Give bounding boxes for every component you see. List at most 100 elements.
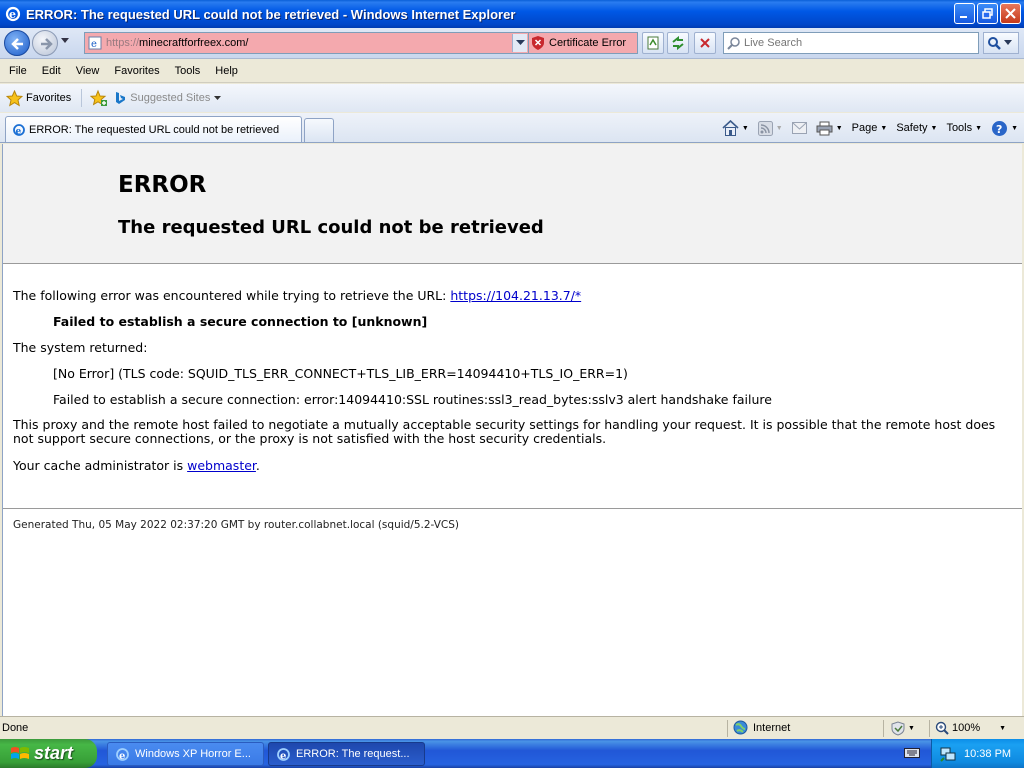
stop-button[interactable]	[694, 32, 716, 54]
print-button[interactable]: ▼	[816, 121, 843, 136]
start-button[interactable]: start	[0, 739, 97, 768]
taskbar-item[interactable]: e Windows XP Horror E...	[107, 742, 264, 766]
intro-text: The following error was encountered whil…	[13, 288, 451, 303]
taskbar-item-label: ERROR: The request...	[296, 748, 410, 760]
status-bar: Done Internet ▼ 100% ▼	[0, 716, 1024, 739]
globe-icon	[733, 720, 748, 735]
title-bar[interactable]: e ERROR: The requested URL could not be …	[0, 0, 1024, 28]
page-icon: e	[88, 36, 102, 50]
taskbar-item-label: Windows XP Horror E...	[135, 748, 251, 760]
suggested-sites-label: Suggested Sites	[130, 92, 211, 104]
suggested-sites-button[interactable]: Suggested Sites	[114, 91, 222, 105]
tls-code-message: [No Error] (TLS code: SQUID_TLS_ERR_CONN…	[53, 366, 628, 381]
compatibility-view-button[interactable]	[642, 32, 664, 54]
safety-menu[interactable]: Safety ▼	[896, 122, 937, 134]
home-button[interactable]: ▼	[722, 120, 749, 136]
network-icon[interactable]	[940, 746, 956, 762]
security-zone[interactable]: Internet	[733, 720, 790, 735]
system-tray: 10:38 PM	[931, 739, 1024, 768]
certificate-error-button[interactable]: Certificate Error	[529, 32, 638, 54]
chevron-down-icon	[214, 95, 222, 100]
favorites-label: Favorites	[26, 92, 72, 104]
minimize-button[interactable]	[954, 3, 975, 24]
tools-menu-label: Tools	[946, 122, 973, 134]
address-url[interactable]: https://minecraftforfreex.com/	[106, 37, 248, 49]
requested-url-link[interactable]: https://104.21.13.7/*	[450, 288, 581, 303]
restore-button[interactable]	[977, 3, 998, 24]
svg-text:e: e	[16, 127, 22, 137]
webmaster-link[interactable]: webmaster	[187, 458, 256, 473]
tab-active[interactable]: e ERROR: The requested URL could not be …	[5, 116, 302, 142]
zone-label: Internet	[753, 721, 791, 734]
shield-error-icon	[532, 36, 544, 50]
chevron-down-icon[interactable]: ▼	[836, 125, 843, 132]
tab-label: ERROR: The requested URL could not be re…	[29, 123, 280, 136]
help-menu[interactable]: ? ▼	[991, 120, 1018, 137]
chevron-down-icon: ▼	[930, 124, 938, 132]
new-tab-button[interactable]	[304, 118, 334, 142]
taskbar: start e Windows XP Horror E... e ERROR: …	[0, 739, 1024, 768]
restore-icon	[982, 8, 993, 19]
chevron-down-icon[interactable]: ▼	[999, 725, 1006, 732]
separator	[929, 720, 930, 737]
menu-favorites[interactable]: Favorites	[108, 65, 165, 77]
magnifier-icon	[988, 37, 1001, 50]
add-to-favorites-icon[interactable]	[90, 89, 108, 107]
menu-edit[interactable]: Edit	[36, 65, 67, 77]
address-host: minecraftforfreex.com/	[139, 37, 249, 49]
svg-text:e: e	[280, 751, 286, 762]
forward-button[interactable]	[32, 30, 58, 56]
failure-message: Failed to establish a secure connection …	[53, 314, 428, 329]
favorites-bar: Favorites Suggested Sites	[0, 84, 1024, 112]
help-icon: ?	[992, 120, 1008, 136]
live-search-box[interactable]	[723, 32, 979, 54]
zoom-control[interactable]: 100% ▼	[935, 721, 1006, 735]
page-menu[interactable]: Page ▼	[852, 122, 888, 134]
chevron-down-icon: ▼	[908, 725, 915, 732]
refresh-button[interactable]	[667, 32, 689, 54]
start-label: start	[34, 743, 74, 763]
protected-mode-icon	[891, 721, 905, 736]
menu-tools[interactable]: Tools	[169, 65, 207, 77]
search-go-button[interactable]	[983, 32, 1019, 54]
feeds-button[interactable]: ▼	[757, 120, 783, 136]
close-icon	[1005, 8, 1016, 19]
back-arrow-icon	[11, 38, 23, 50]
taskbar-item-active[interactable]: e ERROR: The request...	[268, 742, 425, 766]
page-content[interactable]: ERROR The requested URL could not be ret…	[2, 144, 1022, 716]
home-icon	[722, 120, 739, 136]
menu-view[interactable]: View	[70, 65, 106, 77]
page-menu-label: Page	[851, 122, 878, 134]
address-protocol: https://	[106, 37, 140, 49]
tab-row: e ERROR: The requested URL could not be …	[0, 113, 1024, 143]
error-subheading: The requested URL could not be retrieved	[118, 217, 544, 238]
address-bar[interactable]: e https://minecraftforfreex.com/	[84, 32, 529, 54]
chevron-down-icon: ▼	[975, 124, 983, 132]
address-dropdown-button[interactable]	[512, 34, 527, 52]
admin-line: Your cache administrator is webmaster.	[13, 458, 260, 473]
window-title: ERROR: The requested URL could not be re…	[26, 6, 516, 22]
certificate-error-label: Certificate Error	[549, 37, 627, 49]
back-button[interactable]	[4, 30, 30, 56]
keyboard-icon[interactable]	[904, 746, 920, 759]
stop-icon	[700, 38, 710, 48]
safety-menu-label: Safety	[896, 122, 928, 134]
menu-file[interactable]: File	[3, 65, 33, 77]
protected-mode-button[interactable]: ▼	[890, 721, 915, 736]
search-icon	[727, 37, 740, 50]
menu-help[interactable]: Help	[209, 65, 244, 77]
read-mail-button[interactable]	[791, 122, 807, 134]
rss-feed-icon	[757, 120, 773, 136]
recent-pages-dropdown-icon[interactable]	[60, 37, 70, 45]
chevron-down-icon: ▼	[880, 124, 888, 132]
refresh-icon	[672, 36, 684, 50]
menu-bar: File Edit View Favorites Tools Help	[0, 59, 1024, 83]
close-window-button[interactable]	[1000, 3, 1021, 24]
tools-menu[interactable]: Tools ▼	[946, 122, 982, 134]
zoom-icon	[935, 721, 949, 735]
favorites-button[interactable]: Favorites	[6, 89, 72, 107]
system-returned-label: The system returned:	[13, 340, 148, 355]
chevron-down-icon[interactable]: ▼	[742, 125, 749, 132]
separator	[883, 720, 884, 737]
search-input[interactable]	[744, 37, 964, 49]
